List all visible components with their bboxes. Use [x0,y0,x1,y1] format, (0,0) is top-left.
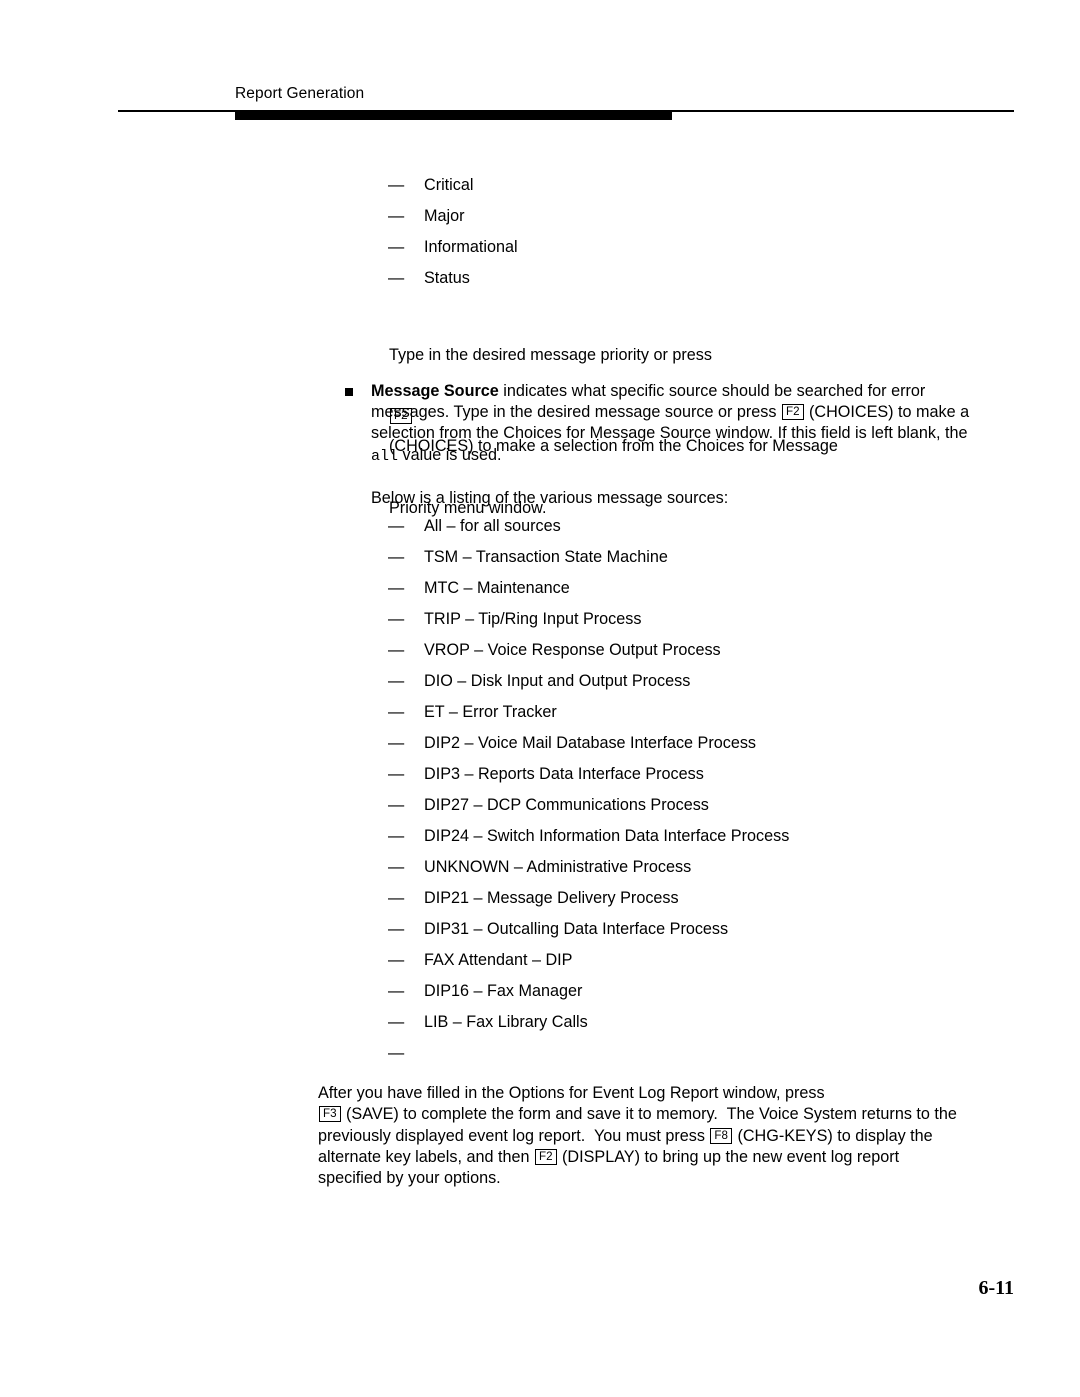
list-item-label: FAX Attendant – DIP [424,951,573,969]
closing-line1: After you have filled in the Options for… [318,1084,825,1102]
em-dash-bullet: — [388,889,405,907]
list-item-label: All – for all sources [424,517,561,535]
priority-instruction-line1: Type in the desired message priority or … [389,345,712,364]
list-item-label: VROP – Voice Response Output Process [424,641,721,659]
em-dash-bullet: — [388,238,405,256]
list-item-label: DIP27 – DCP Communications Process [424,796,709,814]
f2-key-cap[interactable]: F2 [782,404,804,421]
em-dash-bullet: — [388,672,405,690]
em-dash-bullet: — [388,269,405,287]
em-dash-bullet: — [388,951,405,969]
em-dash-bullet: — [388,982,405,1000]
em-dash-bullet: — [388,765,405,783]
closing-paragraph: After you have filled in the Options for… [318,1083,958,1189]
list-item-label: DIP3 – Reports Data Interface Process [424,765,704,783]
all-value-literal: all [371,447,399,465]
f3-key-cap[interactable]: F3 [319,1106,341,1123]
f8-key-cap[interactable]: F8 [710,1127,732,1144]
em-dash-bullet: — [388,858,405,876]
message-source-text: Message Source indicates what specific s… [371,381,971,467]
list-item-label: Major [424,207,465,225]
list-item-label: Informational [424,238,518,256]
em-dash-bullet: — [388,610,405,628]
em-dash-bullet: — [388,1044,405,1062]
square-bullet-icon [345,388,353,396]
em-dash-bullet: — [388,641,405,659]
list-item-label: DIP21 – Message Delivery Process [424,889,679,907]
page-header-title: Report Generation [235,85,365,102]
list-item-label: LIB – Fax Library Calls [424,1013,588,1031]
page-number: 6-11 [978,1277,1014,1299]
em-dash-bullet: — [388,517,405,535]
em-dash-bullet: — [388,1013,405,1031]
list-item-label: DIP2 – Voice Mail Database Interface Pro… [424,734,757,752]
header-rule-thick-bar [235,111,672,120]
em-dash-bullet: — [388,920,405,938]
message-source-bold-lead: Message Source [371,382,499,400]
list-item-label: DIO – Disk Input and Output Process [424,672,691,690]
list-item-label: TSM – Transaction State Machine [424,548,668,566]
list-item-label: MTC – Maintenance [424,579,570,597]
list-item-label: Critical [424,176,474,194]
list-item-label: UNKNOWN – Administrative Process [424,858,692,876]
list-item-label: Status [424,269,470,287]
em-dash-bullet: — [388,207,405,225]
em-dash-bullet: — [388,796,405,814]
f2-key-cap[interactable]: F2 [534,1148,557,1165]
sources-intro-text: Below is a listing of the various messag… [371,489,729,507]
em-dash-bullet: — [388,176,405,194]
document-page: Report Generation — Critical — Major — I… [0,0,1080,1397]
em-dash-bullet: — [388,703,405,721]
em-dash-bullet: — [388,548,405,566]
list-item-label: DIP16 – Fax Manager [424,982,583,1000]
em-dash-bullet: — [388,734,405,752]
list-item-label: DIP31 – Outcalling Data Interface Proces… [424,920,729,938]
list-item-label: TRIP – Tip/Ring Input Process [424,610,642,628]
list-item-label: ET – Error Tracker [424,703,557,721]
em-dash-bullet: — [388,827,405,845]
message-source-text-part3: value is used. [398,445,502,464]
em-dash-bullet: — [388,579,405,597]
list-item-label: DIP24 – Switch Information Data Interfac… [424,827,790,845]
